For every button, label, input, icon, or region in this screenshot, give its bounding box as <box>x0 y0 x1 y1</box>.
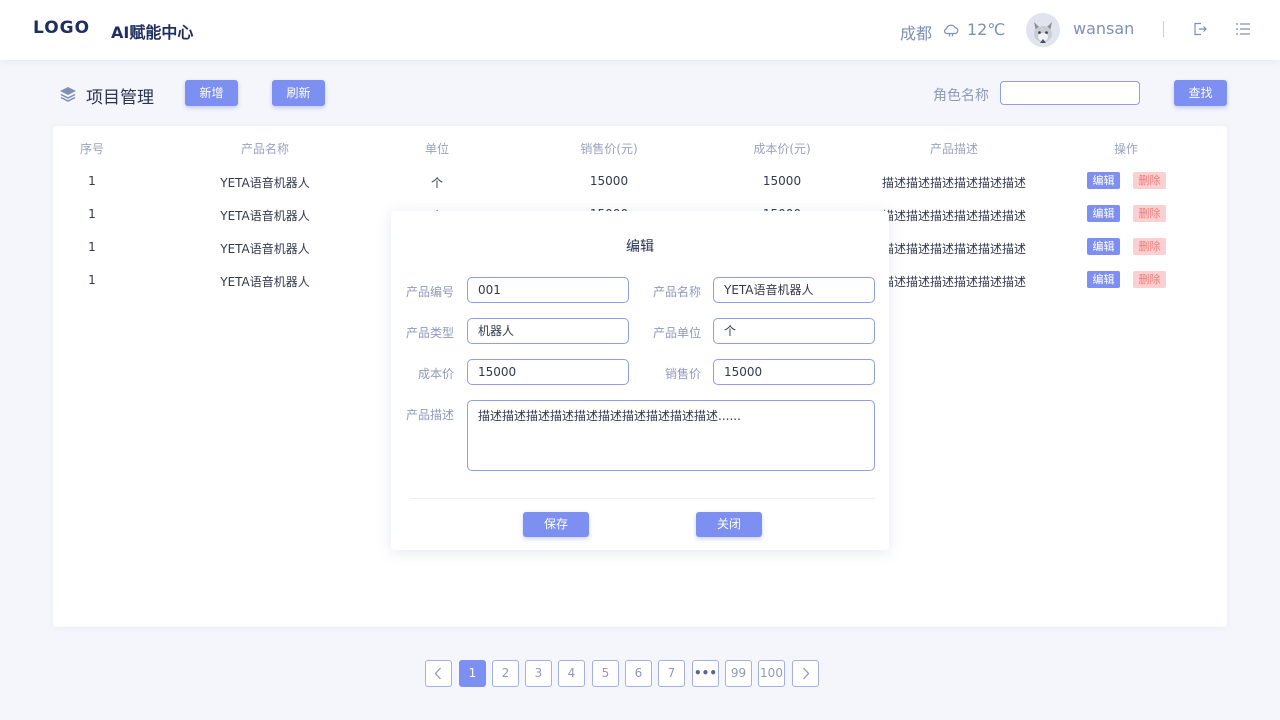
next-page-button[interactable] <box>792 660 819 687</box>
page-button-4[interactable]: 4 <box>558 660 585 687</box>
role-name-input[interactable] <box>1000 81 1140 105</box>
cell-description: 描述描述描述描述描述描述 <box>881 275 1027 289</box>
dialog-title: 编辑 <box>626 239 654 255</box>
column-header-actions: 操作 <box>1113 142 1139 156</box>
cell-index: 1 <box>88 207 96 221</box>
edit-button[interactable]: 编辑 <box>1087 205 1120 222</box>
close-button[interactable]: 关闭 <box>696 512 762 537</box>
cell-name: YETA语音机器人 <box>220 242 310 256</box>
page-button-5[interactable]: 5 <box>592 660 619 687</box>
cost-price-field[interactable]: 15000 <box>467 359 629 385</box>
avatar[interactable] <box>1026 13 1060 47</box>
weather-city: 成都 <box>900 24 933 43</box>
weather-temperature: 12℃ <box>967 20 1006 39</box>
role-name-label: 角色名称 <box>933 88 989 104</box>
product-code-label: 产品编号 <box>405 285 454 299</box>
username[interactable]: wansan <box>1073 19 1134 38</box>
product-code-field[interactable]: 001 <box>467 277 629 303</box>
cell-cost-price: 15000 <box>762 174 802 188</box>
cell-index: 1 <box>88 174 96 188</box>
column-header-index: 序号 <box>79 142 105 156</box>
column-header-cost-price: 成本价(元) <box>753 142 811 156</box>
delete-button[interactable]: 删除 <box>1133 238 1166 255</box>
page-button-3[interactable]: 3 <box>525 660 552 687</box>
product-name-field[interactable]: YETA语音机器人 <box>713 277 875 303</box>
product-description-field[interactable]: 描述描述描述描述描述描述描述描述描述描述...... <box>467 400 875 471</box>
cell-sale-price: 15000 <box>589 174 629 188</box>
edit-dialog: 编辑 产品编号 001 产品名称 YETA语音机器人 产品类型 机器人 产品单位… <box>391 211 889 550</box>
search-button[interactable]: 查找 <box>1174 80 1227 106</box>
column-header-description: 产品描述 <box>929 142 979 156</box>
page-button-1[interactable]: 1 <box>459 660 486 687</box>
delete-button[interactable]: 删除 <box>1133 172 1166 189</box>
product-type-label: 产品类型 <box>405 326 454 340</box>
page-button-6[interactable]: 6 <box>625 660 652 687</box>
cell-name: YETA语音机器人 <box>220 275 310 289</box>
edit-button[interactable]: 编辑 <box>1087 271 1120 288</box>
delete-button[interactable]: 删除 <box>1133 205 1166 222</box>
top-header: LOGO AI赋能中心 成都 12℃ wansan <box>0 0 1280 60</box>
cell-unit: 个 <box>430 176 444 190</box>
sale-price-field[interactable]: 15000 <box>713 359 875 385</box>
page-ellipsis[interactable]: ••• <box>692 660 719 687</box>
sale-price-label: 销售价 <box>664 367 701 381</box>
logout-icon[interactable] <box>1192 21 1208 37</box>
pagination: 1 2 3 4 5 6 7 ••• 99 100 <box>0 660 1280 687</box>
prev-page-button[interactable] <box>425 660 452 687</box>
page-title: 项目管理 <box>86 88 154 108</box>
chevron-right-icon <box>803 667 810 680</box>
column-header-name: 产品名称 <box>240 142 290 156</box>
delete-button[interactable]: 删除 <box>1133 271 1166 288</box>
product-name-label: 产品名称 <box>652 285 701 299</box>
edit-button[interactable]: 编辑 <box>1087 172 1120 189</box>
product-unit-field[interactable]: 个 <box>713 318 875 344</box>
cell-description: 描述描述描述描述描述描述 <box>881 209 1027 223</box>
page-button-7[interactable]: 7 <box>658 660 685 687</box>
layers-icon <box>60 87 76 102</box>
save-button[interactable]: 保存 <box>523 512 589 537</box>
edit-button[interactable]: 编辑 <box>1087 238 1120 255</box>
header-divider <box>1163 21 1164 37</box>
product-description-label: 产品描述 <box>405 408 454 422</box>
cell-description: 描述描述描述描述描述描述 <box>881 176 1027 190</box>
chevron-left-icon <box>434 667 441 680</box>
cloud-icon <box>944 24 959 37</box>
logo: LOGO <box>33 18 91 38</box>
refresh-button[interactable]: 刷新 <box>272 80 325 106</box>
cost-price-label: 成本价 <box>417 367 454 381</box>
product-unit-label: 产品单位 <box>652 326 701 340</box>
cell-description: 描述描述描述描述描述描述 <box>881 242 1027 256</box>
table-row: 1 YETA语音机器人 个 15000 15000 描述描述描述描述描述描述 编… <box>53 172 1227 207</box>
cell-index: 1 <box>88 273 96 287</box>
add-button[interactable]: 新增 <box>185 80 238 106</box>
page-button-100[interactable]: 100 <box>758 660 785 687</box>
dialog-divider <box>410 498 875 499</box>
cell-name: YETA语音机器人 <box>220 176 310 190</box>
cell-index: 1 <box>88 240 96 254</box>
page-button-99[interactable]: 99 <box>725 660 752 687</box>
cell-name: YETA语音机器人 <box>220 209 310 223</box>
product-type-field[interactable]: 机器人 <box>467 318 629 344</box>
menu-icon[interactable] <box>1235 21 1251 37</box>
app-title: AI赋能中心 <box>111 23 194 42</box>
column-header-unit: 单位 <box>424 142 450 156</box>
page-button-2[interactable]: 2 <box>492 660 519 687</box>
column-header-sale-price: 销售价(元) <box>580 142 638 156</box>
